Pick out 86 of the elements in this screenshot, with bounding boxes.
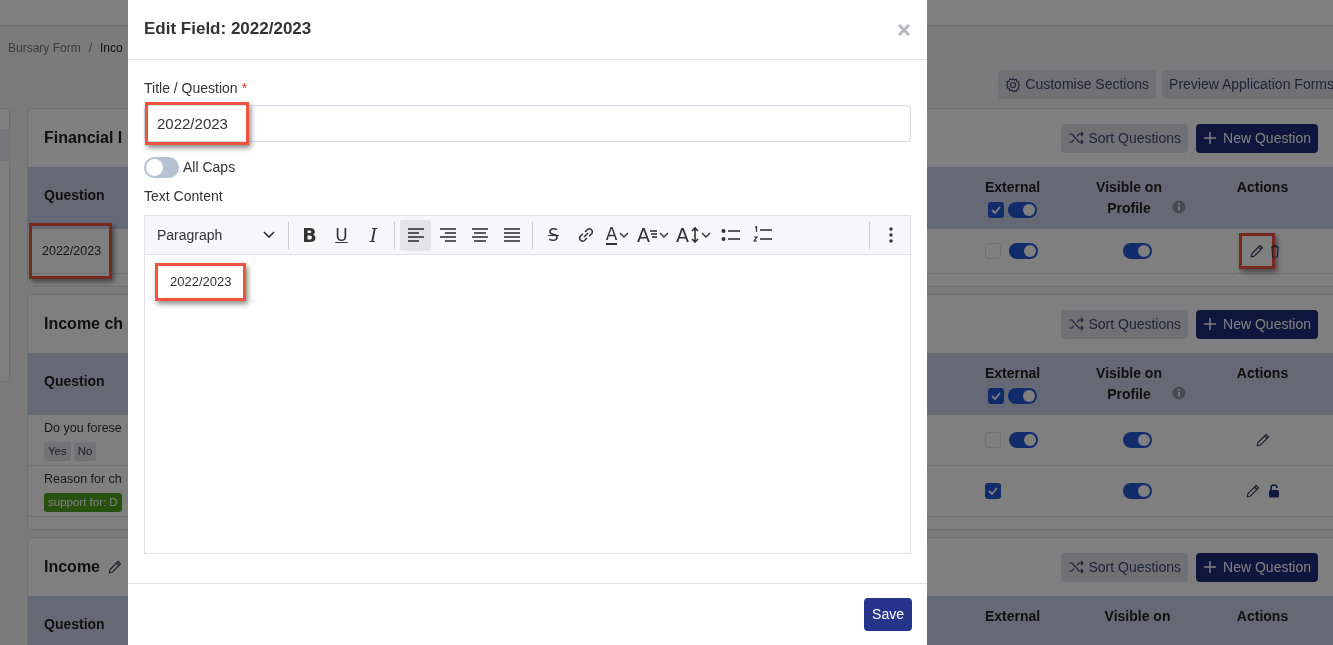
plus-icon xyxy=(1203,131,1218,145)
column-header: Actions xyxy=(1236,607,1289,626)
new-question-button[interactable]: New Question xyxy=(1196,123,1318,153)
column-header: Actions xyxy=(1236,178,1289,197)
column-header: Actions xyxy=(1236,364,1289,383)
more-icon xyxy=(888,226,893,244)
justify-icon xyxy=(502,227,521,243)
modal-title: Edit Field: 2022/2023 xyxy=(144,19,312,40)
toggle-switch[interactable] xyxy=(1123,483,1152,499)
toggle-label: All Caps xyxy=(183,158,236,177)
link-icon xyxy=(576,226,595,244)
pencil-icon[interactable] xyxy=(108,560,122,574)
numbered-list-icon xyxy=(752,226,773,244)
required-mark: * xyxy=(241,80,248,96)
question-text: Do you forese xyxy=(44,420,122,437)
column-header: External xyxy=(984,364,1041,383)
checkbox[interactable] xyxy=(988,388,1004,404)
plus-icon xyxy=(1203,560,1218,574)
new-question-button[interactable]: New Question xyxy=(1196,309,1318,339)
chevron-icon xyxy=(619,231,630,239)
italic-button[interactable]: I xyxy=(358,219,389,251)
toggle-switch[interactable] xyxy=(1008,388,1037,404)
toggle-switch[interactable] xyxy=(1009,243,1038,259)
column-header: Visible on xyxy=(1104,607,1171,626)
column-header: Question xyxy=(44,186,105,205)
column-header: Question xyxy=(44,615,105,634)
title-field[interactable]: 2022/2023 xyxy=(144,105,911,142)
shuffle-icon xyxy=(1068,131,1085,145)
option-tag: Yes xyxy=(44,441,71,461)
breadcrumb-link[interactable]: Inco xyxy=(100,41,123,55)
checkbox[interactable] xyxy=(985,483,1001,499)
pencil-icon[interactable] xyxy=(1250,244,1264,258)
column-header: Visible on Profile xyxy=(1095,178,1163,218)
check-icon xyxy=(991,392,1001,400)
underline-button[interactable]: U xyxy=(326,219,357,251)
section-title: Income ch xyxy=(44,314,124,334)
align-left-icon xyxy=(406,227,425,243)
toggle-switch[interactable] xyxy=(1008,202,1037,218)
option-tag: No xyxy=(73,441,97,461)
gear-icon xyxy=(1005,76,1022,93)
line-height-button[interactable]: A xyxy=(673,219,714,251)
align-center-icon xyxy=(470,227,489,243)
font-size-button[interactable]: A xyxy=(634,219,672,251)
chevron-icon xyxy=(701,231,711,239)
toggle-switch[interactable] xyxy=(144,157,179,178)
check-icon xyxy=(988,487,998,495)
trash-icon[interactable] xyxy=(1270,244,1280,258)
section-title: Financial I xyxy=(44,128,123,148)
font-color-button[interactable]: A xyxy=(602,219,633,251)
chevron-icon xyxy=(263,231,275,239)
lines-icon xyxy=(650,229,657,241)
column-header: Visible on Profile xyxy=(1095,364,1163,404)
save-button[interactable]: Save xyxy=(864,598,912,631)
align-right-icon xyxy=(438,227,457,243)
updown-arrow-icon xyxy=(691,226,699,244)
pencil-icon[interactable] xyxy=(1245,484,1260,498)
field-label: Title / Question xyxy=(144,80,238,96)
toggle-switch[interactable] xyxy=(1123,432,1152,448)
close-icon xyxy=(897,23,911,38)
column-header: External xyxy=(984,607,1041,626)
breadcrumb-separator: / xyxy=(88,41,93,55)
option-tag: support for: D xyxy=(44,492,122,512)
toggle-switch[interactable] xyxy=(1009,432,1038,448)
shuffle-icon xyxy=(1068,560,1085,574)
shuffle-icon xyxy=(1068,317,1085,331)
align-left-button[interactable] xyxy=(400,219,431,251)
pencil-icon[interactable] xyxy=(1255,433,1270,447)
question-text: 2022/2023 xyxy=(42,242,102,260)
chevron-icon xyxy=(659,231,669,239)
lock-icon[interactable] xyxy=(1267,484,1280,498)
editor-text: 2022/2023 xyxy=(170,273,232,291)
section-title: Income xyxy=(44,557,100,577)
editor-area[interactable]: 2022/2023 xyxy=(144,255,911,554)
toggle-switch[interactable] xyxy=(1123,243,1152,259)
bold-button[interactable]: B xyxy=(294,219,325,251)
question-text: Reason for ch xyxy=(44,471,122,488)
paragraph-dropdown[interactable]: Paragraph xyxy=(149,219,283,251)
column-header: Question xyxy=(44,372,105,391)
bullet-list-icon xyxy=(720,227,741,243)
plus-icon xyxy=(1203,317,1218,331)
new-question-button[interactable]: New Question xyxy=(1196,552,1318,582)
field-label: Text Content xyxy=(144,187,224,206)
checkbox[interactable] xyxy=(988,202,1004,218)
column-header: External xyxy=(984,178,1041,197)
strikethrough-button[interactable]: S xyxy=(538,219,569,251)
check-icon xyxy=(991,206,1001,214)
